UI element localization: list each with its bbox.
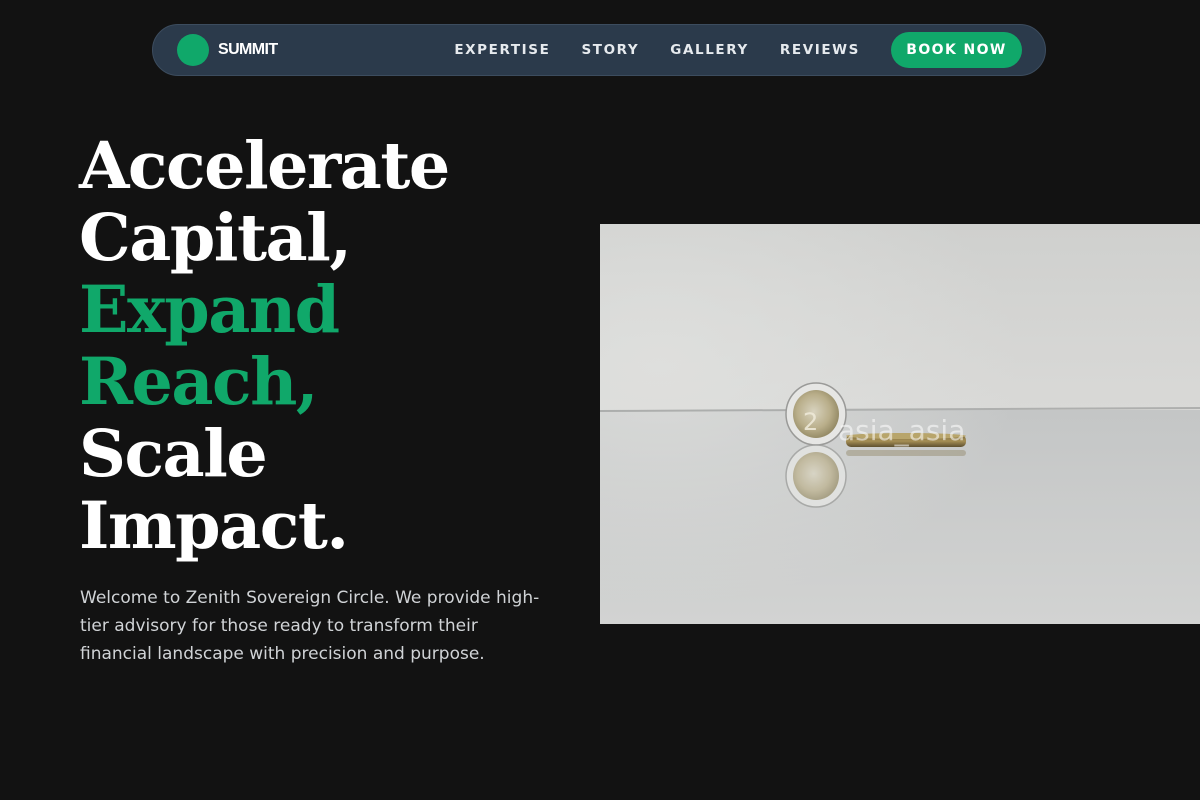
nav-links: EXPERTISE STORY GALLERY REVIEWS BOOK NOW <box>454 32 1022 68</box>
photo-watermark: asia_asia <box>838 414 965 447</box>
hero-photo: 2 asia_asia <box>600 224 1200 624</box>
headline-line: Accelerate <box>79 128 450 204</box>
headline-accent-line: Expand <box>79 272 340 348</box>
standing-coin: 2 <box>785 382 847 446</box>
hero-headline: Accelerate Capital, Expand Reach, Scale … <box>79 128 450 564</box>
svg-text:2: 2 <box>803 408 818 436</box>
coin-photo-illustration: 2 asia_asia <box>600 224 1200 624</box>
nav-link-reviews[interactable]: REVIEWS <box>780 42 860 58</box>
nav-link-story[interactable]: STORY <box>581 42 639 58</box>
brand-dot-icon <box>177 34 209 66</box>
brand-name: SUMMIT <box>218 41 278 58</box>
coin-reflection <box>785 444 847 508</box>
page: SUMMIT EXPERTISE STORY GALLERY REVIEWS B… <box>0 0 1200 800</box>
hero-description: Welcome to Zenith Sovereign Circle. We p… <box>80 588 540 664</box>
headline-accent-line: Reach, <box>79 344 318 420</box>
book-now-button[interactable]: BOOK NOW <box>891 32 1022 68</box>
headline-line: Scale <box>79 416 268 492</box>
nav-link-expertise[interactable]: EXPERTISE <box>454 42 550 58</box>
headline-line: Capital, <box>79 200 352 276</box>
nav-link-gallery[interactable]: GALLERY <box>670 42 749 58</box>
brand-logo[interactable]: SUMMIT <box>177 34 278 66</box>
headline-line: Impact. <box>79 488 349 564</box>
top-nav: SUMMIT EXPERTISE STORY GALLERY REVIEWS B… <box>152 24 1046 76</box>
